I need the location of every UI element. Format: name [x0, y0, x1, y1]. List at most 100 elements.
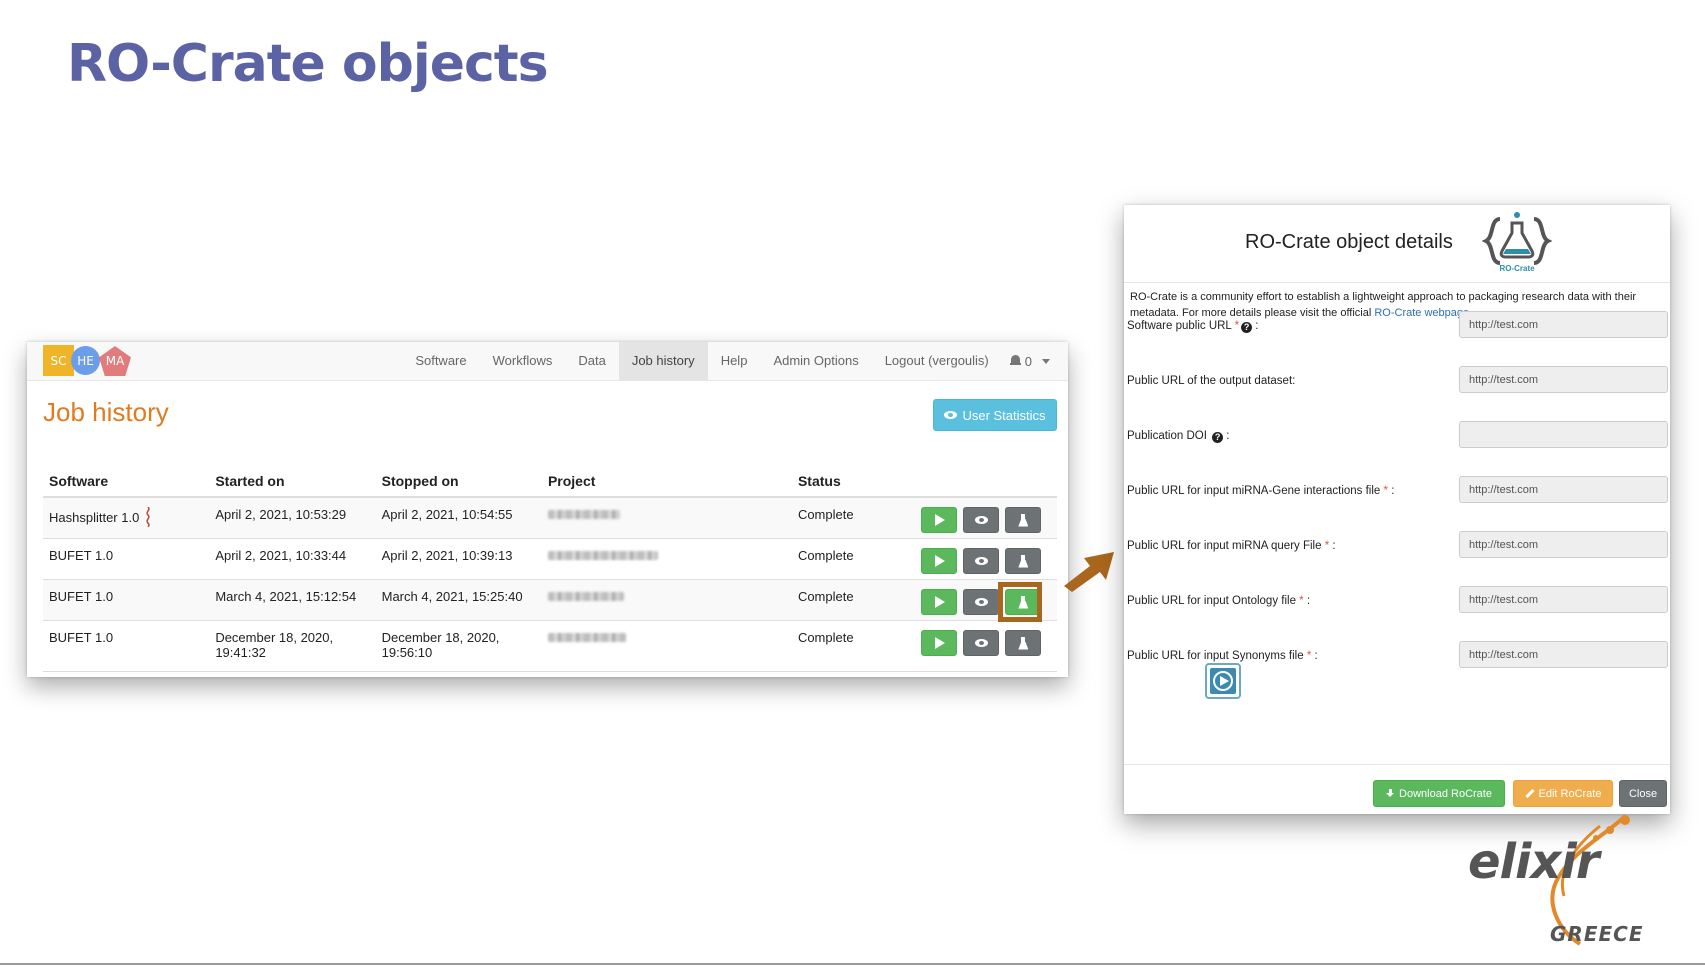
pencil-icon [1524, 788, 1535, 799]
bottom-divider [0, 963, 1705, 965]
cell-actions [915, 538, 1057, 580]
play-icon [935, 514, 946, 526]
cell-started: April 2, 2021, 10:53:29 [209, 497, 376, 539]
ro-crate-button-highlighted[interactable] [998, 582, 1043, 622]
view-button[interactable] [963, 548, 1000, 574]
cell-software: BUFET 1.0 [43, 620, 210, 672]
notifications-dropdown[interactable]: 0 [1002, 354, 1058, 369]
eye-icon [974, 639, 988, 647]
modal-footer: Download RoCrate Edit RoCrate Close [1124, 764, 1670, 815]
nav-admin-options[interactable]: Admin Options [760, 342, 871, 380]
col-stopped: Stopped on [375, 472, 542, 498]
notification-count: 0 [1024, 353, 1032, 369]
job-history-table: Software Started on Stopped on Project S… [43, 472, 1057, 672]
caret-down-icon [1042, 358, 1050, 364]
nav-software[interactable]: Software [402, 342, 479, 380]
cell-software: BUFET 1.0 [43, 579, 210, 621]
logo-he: HE [71, 346, 100, 375]
cell-status: Complete [791, 538, 916, 580]
eye-icon [974, 516, 988, 524]
page-heading: Job history [43, 397, 169, 427]
edit-rocrate-button[interactable]: Edit RoCrate [1513, 780, 1613, 807]
flask-icon [1018, 554, 1028, 568]
ro-crate-button[interactable] [1005, 507, 1042, 533]
cell-status: Complete [791, 497, 916, 539]
highlight-frame [998, 582, 1043, 622]
cell-stopped: December 18, 2020, 19:56:10 [375, 620, 542, 672]
output-dataset-url-input[interactable] [1459, 366, 1668, 393]
flask-icon [1018, 636, 1028, 650]
edit-label: Edit RoCrate [1538, 787, 1602, 800]
cell-started: April 2, 2021, 10:33:44 [209, 538, 376, 580]
dna-icon [146, 507, 151, 527]
close-label: Close [1628, 787, 1658, 800]
blurred-project [547, 633, 626, 642]
cell-project [541, 497, 792, 539]
slide-title: RO-Crate objects [67, 34, 549, 94]
field-ontology-url: Public URL for input Ontology file * : [1127, 586, 1668, 616]
field-label: Software public URL [1127, 320, 1232, 332]
nav-help[interactable]: Help [708, 342, 761, 380]
user-statistics-label: User Statistics [962, 407, 1046, 423]
schema-logo[interactable]: SC HE MA [43, 345, 133, 377]
run-button[interactable] [921, 630, 958, 656]
job-history-window: SC HE MA Software Workflows Data Job his… [27, 342, 1068, 677]
ro-crate-button[interactable] [1005, 548, 1042, 574]
close-button[interactable]: Close [1619, 780, 1667, 807]
table-row: BUFET 1.0 April 2, 2021, 10:33:44 April … [43, 538, 1057, 580]
cell-project [541, 620, 792, 672]
publication-doi-input[interactable] [1459, 421, 1668, 448]
view-button[interactable] [963, 630, 1000, 656]
help-icon[interactable]: ? [1241, 322, 1253, 333]
nav-logout[interactable]: Logout (vergoulis) [872, 342, 1002, 380]
required-marker: * [1383, 485, 1389, 497]
elixir-greece-logo: elixir GREECE [1460, 812, 1660, 952]
field-label: Publication DOI [1127, 430, 1207, 442]
view-button[interactable] [963, 589, 1000, 615]
col-started: Started on [209, 472, 376, 498]
user-statistics-button[interactable]: User Statistics [933, 399, 1057, 431]
run-button[interactable] [921, 548, 958, 574]
synonyms-url-input[interactable] [1459, 641, 1668, 668]
required-marker: * [1234, 320, 1240, 332]
field-software-url: Software public URL *? : [1127, 311, 1668, 341]
run-button[interactable] [921, 507, 958, 533]
cell-status: Complete [791, 579, 916, 621]
col-status: Status [791, 472, 916, 498]
cell-actions [915, 497, 1057, 539]
field-label: Public URL of the output dataset [1127, 375, 1293, 387]
cell-status: Complete [791, 620, 916, 672]
ro-crate-button[interactable] [1005, 630, 1042, 656]
field-publication-doi: Publication DOI ? : [1127, 421, 1668, 451]
help-icon[interactable]: ? [1212, 432, 1224, 443]
nav-data[interactable]: Data [565, 342, 618, 380]
eye-icon [944, 411, 958, 419]
mirna-query-url-input[interactable] [1459, 531, 1668, 558]
run-button[interactable] [921, 589, 958, 615]
table-row: BUFET 1.0 December 18, 2020, 19:41:32 De… [43, 620, 1057, 672]
cell-actions [915, 579, 1057, 622]
nav-job-history[interactable]: Job history [618, 342, 708, 380]
cell-stopped: April 2, 2021, 10:39:13 [375, 538, 542, 580]
cell-actions [915, 620, 1057, 672]
play-icon [935, 596, 946, 608]
ontology-url-input[interactable] [1459, 586, 1668, 613]
download-rocrate-button[interactable]: Download RoCrate [1373, 780, 1505, 807]
bell-icon [1009, 355, 1021, 367]
field-mirna-gene-url: Public URL for input miRNA-Gene interact… [1127, 476, 1668, 506]
software-url-input[interactable] [1459, 311, 1668, 338]
mirna-gene-url-input[interactable] [1459, 476, 1668, 503]
blurred-project [547, 592, 624, 601]
field-label: Public URL for input Ontology file [1127, 595, 1296, 607]
cell-project [541, 579, 792, 621]
required-marker: * [1306, 650, 1312, 662]
cell-started: March 4, 2021, 15:12:54 [209, 579, 376, 621]
ro-crate-modal: RO-Crate object details RO-Crate RO-Crat… [1124, 205, 1670, 814]
top-navbar: SC HE MA Software Workflows Data Job his… [27, 342, 1068, 381]
field-label: Public URL for input miRNA-Gene interact… [1127, 485, 1381, 497]
arrow-icon [1064, 552, 1114, 592]
eye-icon [974, 557, 988, 565]
cell-software: Hashsplitter 1.0 [43, 497, 210, 539]
nav-workflows[interactable]: Workflows [480, 342, 566, 380]
view-button[interactable] [963, 507, 1000, 533]
